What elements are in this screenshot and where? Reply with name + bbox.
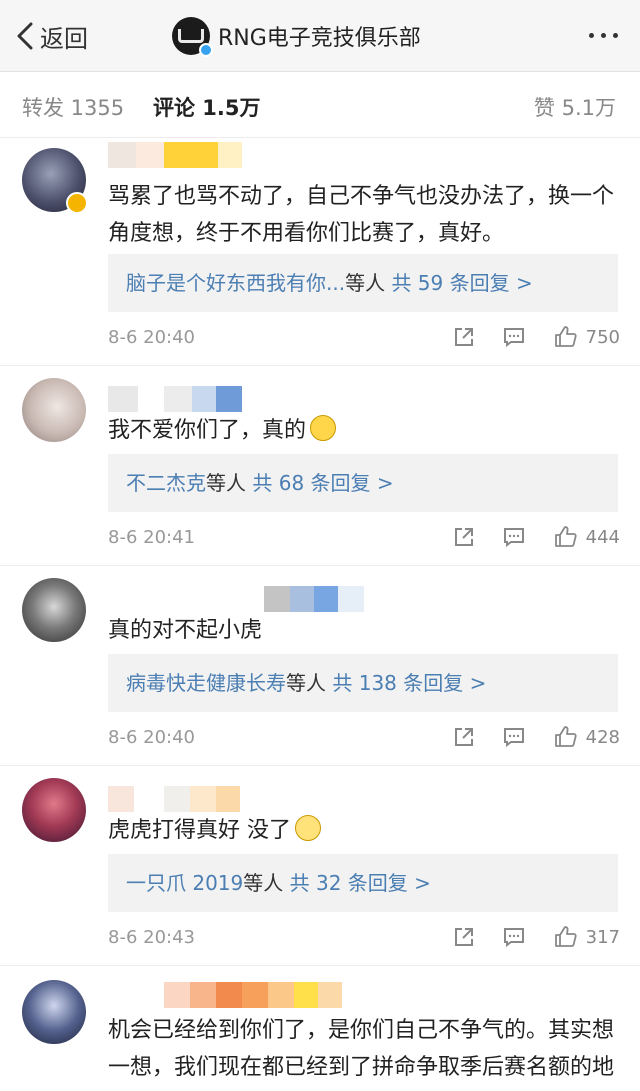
reply-count[interactable]: 共 59 条回复 > [391,271,532,295]
like-button[interactable] [554,325,578,349]
comment-button[interactable] [502,525,526,549]
comment-text: 骂累了也骂不动了，自己不争气也没办法了，换一个角度想，终于不用看你们比赛了，真好… [108,184,615,246]
stats-tabs: 转发 1355 评论 1.5万 赞 5.1万 [0,72,640,138]
reply-count[interactable]: 共 32 条回复 > [290,871,431,895]
like-count: 428 [585,726,620,748]
comment-button[interactable] [502,325,526,349]
blurred-username[interactable] [108,786,240,812]
back-label: 返回 [40,24,88,53]
comment-button[interactable] [502,925,526,949]
comment-text: 机会已经给到你们了，是你们自己不争气的。其实想一想，我们现在都已经到了拼命争取季… [108,1018,615,1080]
page-title: RNG电子竞技俱乐部 [218,26,421,51]
comment-text-content: 虎虎打得真好 没了 [108,818,291,843]
tab-comment[interactable]: 评论 1.5万 [153,92,261,122]
like-count: 444 [585,526,620,548]
comment-item: 机会已经给到你们了，是你们自己不争气的。其实想一想，我们现在都已经到了拼命争取季… [0,966,640,1091]
tab-repost[interactable]: 转发 1355 [22,92,124,122]
comment-item: 虎虎打得真好 没了 一只爪 2019等人 共 32 条回复 > 8-6 20:4… [0,766,640,966]
reply-suffix: 等人 [206,471,246,495]
reply-users[interactable]: 不二杰克 [126,471,206,495]
more-dot-icon [613,33,618,38]
reply-suffix: 等人 [243,871,284,895]
thumbs-up-icon [554,326,577,347]
reply-users[interactable]: 病毒快走健康长寿 [126,671,286,695]
blurred-username[interactable] [108,386,242,412]
thumbs-up-icon [554,526,577,547]
more-dot-icon [589,33,594,38]
reply-count[interactable]: 共 68 条回复 > [252,471,393,495]
vip-badge-icon [66,192,88,214]
comment-text: 虎虎打得真好 没了 [108,812,618,849]
comment-actions: 317 [452,922,620,952]
comment-text-content: 我不爱你们了，真的 [108,418,307,443]
thumbs-up-icon [554,926,577,947]
blurred-username[interactable] [108,586,364,612]
like-count: 317 [585,926,620,948]
share-button[interactable] [452,325,476,349]
more-options-button[interactable] [589,33,618,38]
club-logo-avatar [172,17,213,57]
logo-mark-icon [178,29,204,43]
reply-summary[interactable]: 不二杰克等人 共 68 条回复 > [108,454,618,512]
share-icon [454,728,473,746]
comment-icon [503,928,524,947]
comment-time: 8-6 20:43 [108,927,195,948]
share-button[interactable] [452,725,476,749]
avatar[interactable] [22,980,86,1044]
reply-suffix: 等人 [345,271,386,295]
comment-icon [503,328,524,347]
share-icon [454,328,473,346]
top-bar: 返回 RNG电子竞技俱乐部 [0,0,640,72]
comment-icon [503,728,524,747]
smile-emoji-icon [295,815,321,841]
share-icon [454,928,473,946]
comment-text: 我不爱你们了，真的 [108,412,618,449]
comment-item: 骂累了也骂不动了，自己不争气也没办法了，换一个角度想，终于不用看你们比赛了，真好… [0,138,640,366]
like-button[interactable] [554,925,578,949]
comment-actions: 444 [452,522,620,552]
avatar[interactable] [22,778,86,842]
chevron-left-icon [17,22,33,50]
reply-count[interactable]: 共 138 条回复 > [332,671,486,695]
back-button[interactable]: 返回 [14,18,88,54]
account-title[interactable]: RNG电子竞技俱乐部 [172,16,421,57]
comment-button[interactable] [502,725,526,749]
comment-text: 真的对不起小虎 [108,618,263,643]
avatar[interactable] [22,578,86,642]
reply-summary[interactable]: 脑子是个好东西我有你...等人 共 59 条回复 > [108,254,618,312]
comment-icon [503,528,524,547]
comment-actions: 428 [452,722,620,752]
comment-time: 8-6 20:40 [108,327,195,348]
like-count: 750 [585,326,620,348]
crying-laughing-emoji-icon [310,415,337,441]
reply-suffix: 等人 [286,671,326,695]
blurred-username[interactable] [108,142,242,168]
comment-item: 真的对不起小虎 病毒快走健康长寿等人 共 138 条回复 > 8-6 20:40… [0,566,640,766]
reply-users[interactable]: 脑子是个好东西我有你... [126,271,345,295]
comment-time: 8-6 20:41 [108,527,195,548]
comment-actions: 750 [452,322,620,352]
comment-item: 我不爱你们了，真的 不二杰克等人 共 68 条回复 > 8-6 20:41 44… [0,366,640,566]
like-button[interactable] [554,725,578,749]
blurred-username[interactable] [108,982,342,1008]
verified-badge-icon [199,43,213,57]
reply-summary[interactable]: 病毒快走健康长寿等人 共 138 条回复 > [108,654,618,712]
avatar[interactable] [22,378,86,442]
like-button[interactable] [554,525,578,549]
reply-summary[interactable]: 一只爪 2019等人 共 32 条回复 > [108,854,618,912]
share-button[interactable] [452,525,476,549]
share-button[interactable] [452,925,476,949]
more-dot-icon [601,33,606,38]
reply-users[interactable]: 一只爪 2019 [126,871,243,895]
share-icon [454,528,473,546]
tab-like[interactable]: 赞 5.1万 [534,92,616,122]
thumbs-up-icon [554,726,577,747]
comment-time: 8-6 20:40 [108,727,195,748]
